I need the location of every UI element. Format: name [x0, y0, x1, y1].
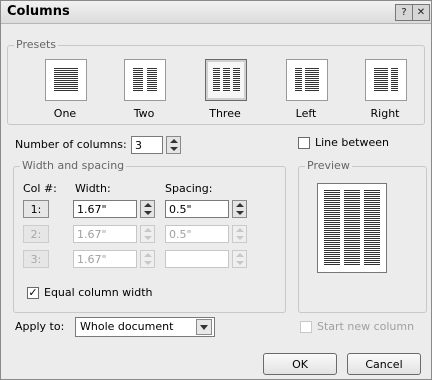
col-1-spacing-spinner[interactable] [232, 200, 247, 218]
col-3-spacing-input [165, 250, 229, 268]
spacing-header: Spacing: [165, 182, 213, 195]
two-column-icon [133, 68, 143, 92]
col-2-width-spinner [140, 225, 155, 243]
col-header: Col #: [23, 182, 57, 195]
right-column-icon [374, 68, 388, 92]
preset-two-button[interactable] [124, 59, 166, 101]
title-bar: Columns ? ✕ [1, 1, 431, 24]
col-2-spacing-spinner [232, 225, 247, 243]
number-of-columns-input[interactable]: 3 [131, 136, 163, 154]
cancel-button[interactable]: Cancel [347, 353, 421, 375]
preview-column-1 [324, 190, 340, 266]
left-column-icon [295, 68, 302, 92]
checkmark-icon: ✓ [28, 286, 38, 299]
three-column-icon [213, 68, 220, 92]
two-column-icon-right [147, 68, 157, 92]
presets-label: Presets [14, 38, 59, 51]
chevron-down-icon[interactable] [196, 319, 212, 335]
preset-three-label: Three [209, 107, 241, 120]
ok-button[interactable]: OK [263, 353, 337, 375]
line-between-checkbox[interactable] [298, 137, 310, 149]
width-header: Width: [75, 182, 111, 195]
col-2-spacing-input: 0.5" [165, 225, 229, 243]
col-1-spacing-input[interactable]: 0.5" [165, 200, 229, 218]
help-button[interactable]: ? [395, 4, 413, 21]
col-3-spacing-spinner [232, 250, 247, 268]
preview-column-3 [364, 190, 380, 266]
col-1-width-spinner[interactable] [140, 200, 155, 218]
preview-column-2 [344, 190, 360, 266]
preset-one-button[interactable] [45, 59, 87, 101]
preset-one-label: One [53, 107, 77, 120]
three-column-icon-right [233, 68, 240, 92]
apply-to-value: Whole document [80, 320, 174, 333]
one-column-icon [54, 68, 78, 92]
equal-width-checkbox[interactable]: ✓ [27, 287, 39, 299]
preset-three-button[interactable] [205, 59, 247, 101]
apply-to-select[interactable]: Whole document [75, 317, 215, 337]
start-new-column-checkbox [300, 321, 312, 333]
equal-width-label: Equal column width [44, 286, 153, 299]
col-1-width-input[interactable]: 1.67" [73, 200, 137, 218]
number-of-columns-label: Number of columns: [15, 138, 127, 151]
preview-label: Preview [305, 159, 352, 172]
col-number-1: 1: [23, 200, 49, 218]
preset-left-label: Left [295, 107, 317, 120]
columns-dialog: Columns ? ✕ Presets One Two Three Left R… [0, 0, 432, 380]
left-column-icon-wide [305, 68, 319, 92]
col-number-3: 3: [23, 250, 49, 268]
preset-left-button[interactable] [286, 59, 328, 101]
right-column-icon-narrow [391, 68, 398, 92]
start-new-column-label: Start new column [317, 320, 415, 333]
close-button[interactable]: ✕ [412, 4, 430, 21]
three-column-icon-mid [223, 68, 230, 92]
preview-page [317, 183, 387, 273]
col-number-2: 2: [23, 225, 49, 243]
number-of-columns-spinner[interactable] [166, 136, 181, 154]
apply-to-label: Apply to: [15, 320, 65, 333]
width-spacing-label: Width and spacing [20, 159, 127, 172]
preset-right-label: Right [370, 107, 400, 120]
preset-two-label: Two [133, 107, 155, 120]
line-between-label: Line between [315, 136, 389, 149]
preset-right-button[interactable] [365, 59, 407, 101]
dialog-title: Columns [7, 4, 70, 19]
col-2-width-input: 1.67" [73, 225, 137, 243]
col-3-width-spinner [140, 250, 155, 268]
col-3-width-input: 1.67" [73, 250, 137, 268]
